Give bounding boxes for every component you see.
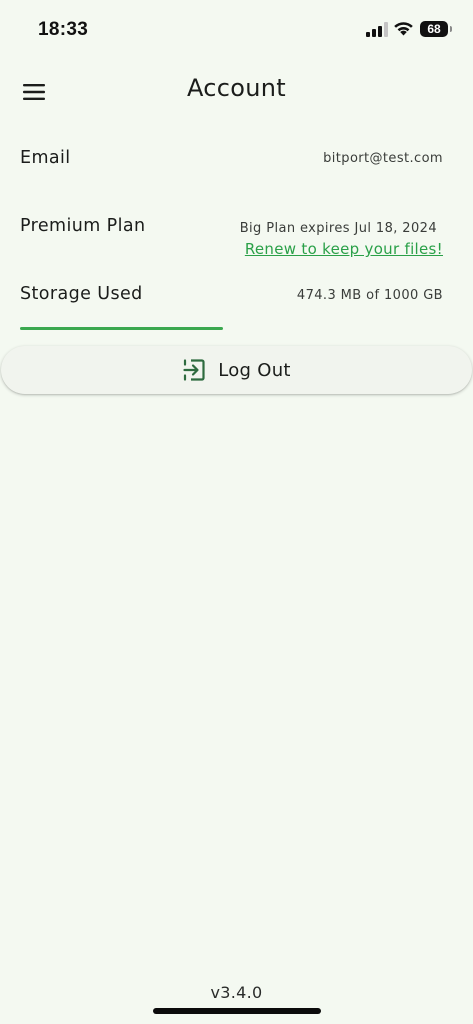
plan-expiry: Big Plan expires Jul 18, 2024 bbox=[239, 221, 437, 236]
signal-icon bbox=[366, 22, 388, 37]
email-value: bitport@test.com bbox=[323, 151, 443, 166]
account-screen: 18:33 68 Account Email bitport@test.com … bbox=[0, 0, 473, 1024]
wifi-icon bbox=[394, 22, 413, 36]
app-bar: Account bbox=[0, 60, 473, 124]
email-label: Email bbox=[20, 148, 71, 168]
status-time: 18:33 bbox=[38, 19, 89, 40]
storage-label: Storage Used bbox=[20, 284, 143, 304]
storage-progress-bar bbox=[20, 327, 223, 330]
battery-icon: 68 bbox=[420, 21, 448, 37]
app-version: v3.4.0 bbox=[210, 983, 263, 1002]
storage-progress-fill bbox=[20, 327, 223, 330]
plan-label: Premium Plan bbox=[20, 216, 146, 236]
logout-icon bbox=[183, 359, 205, 381]
logout-label: Log Out bbox=[218, 359, 291, 381]
battery-cap bbox=[450, 26, 452, 32]
storage-value: 474.3 MB of 1000 GB bbox=[296, 288, 443, 303]
logout-button[interactable]: Log Out bbox=[1, 346, 472, 394]
home-indicator bbox=[153, 1008, 321, 1014]
status-bar: 18:33 68 bbox=[0, 0, 473, 60]
renew-link[interactable]: Renew to keep your files! bbox=[245, 240, 443, 258]
battery-level: 68 bbox=[427, 22, 441, 36]
page-title: Account bbox=[186, 74, 286, 102]
